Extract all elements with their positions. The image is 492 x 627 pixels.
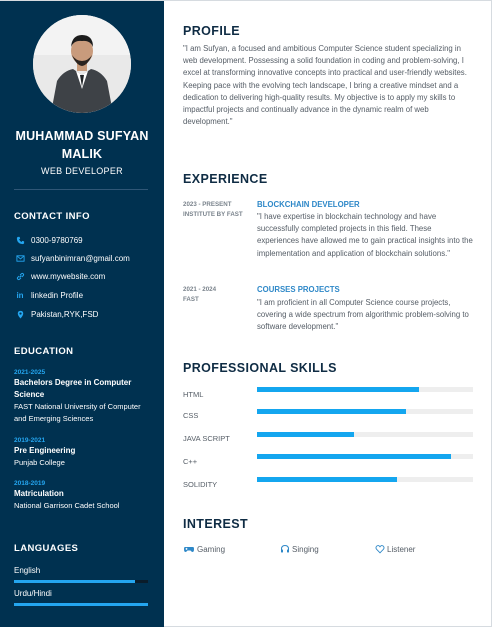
mail-icon [14,252,26,264]
skill-bar-track [257,409,473,414]
education-item: 2018-2019 Matriculation National Garriso… [14,479,154,512]
skill-bar-track [257,454,473,459]
linkedin-icon: in [16,290,24,300]
contact-email[interactable]: sufyanbinimran@gmail.com [14,252,130,264]
contact-email-text: sufyanbinimran@gmail.com [31,253,130,263]
skill-bar-track [257,477,473,482]
language-name: English [14,566,41,575]
education-degree: Bachelors Degree in Computer Science [14,378,132,399]
contact-heading: CONTACT INFO [14,211,90,222]
contact-location: Pakistan,RYK,FSD [14,308,98,320]
education-years: 2018-2019 [14,480,46,487]
skill-bar-fill [257,454,452,459]
language-item: English [14,566,148,583]
interest-heading: INTEREST [183,517,249,531]
experience-place: FAST [183,296,199,303]
languages-heading: LANGUAGES [14,543,79,554]
experience-heading: EXPERIENCE [183,172,268,186]
experience-title: COURSES PROJECTS [257,285,340,294]
person-name: MUHAMMAD SUFYAN MALIK [15,129,149,161]
education-school: FAST National University of Computer and… [14,402,141,423]
contact-linkedin-text: linkedin Profile [31,290,84,300]
skills-heading: PROFESSIONAL SKILLS [183,361,337,375]
contact-linkedin[interactable]: in linkedin Profile [14,289,83,301]
interest-label: Listener [387,544,416,554]
education-heading: EDUCATION [14,346,74,357]
experience-description: "I have expertise in blockchain technolo… [257,212,473,258]
sidebar-divider [14,189,148,190]
skill-bar-track [257,387,473,392]
education-years: 2019-2021 [14,437,46,444]
location-pin-icon [14,308,26,320]
education-item: 2019-2021 Pre Engineering Punjab College [14,436,154,469]
link-icon [14,270,26,282]
skill-bar-fill [257,432,355,437]
contact-phone-text: 0300-9780769 [31,235,83,245]
phone-icon [14,234,26,246]
gamepad-icon [184,547,194,552]
education-item: 2021-2025 Bachelors Degree in Computer S… [14,368,154,425]
profile-text: "I am Sufyan, a focused and ambitious Co… [183,44,467,127]
education-degree: Pre Engineering [14,446,76,455]
contact-website[interactable]: www.mywebsite.com [14,270,105,282]
experience-title: BLOCKCHAIN DEVELOPER [257,200,360,209]
experience-place: INSTITUTE BY FAST [183,211,243,218]
language-bar-track [14,603,148,606]
experience-date: 2023 - PRESENT [183,201,232,208]
education-school: Punjab College [14,458,65,467]
experience-description: "I am proficient in all Computer Science… [257,298,469,332]
profile-heading: PROFILE [183,24,240,38]
skill-label: HTML [183,390,204,399]
heart-icon [375,545,385,554]
education-years: 2021-2025 [14,369,46,376]
interest-item-singing: Singing [280,544,319,554]
language-name: Urdu/Hindi [14,589,52,598]
contact-phone[interactable]: 0300-9780769 [14,234,83,246]
resume-page: MUHAMMAD SUFYAN MALIK WEB DEVELOPER CONT… [0,0,492,627]
skill-label: CSS [183,411,199,420]
skill-label: SOLIDITY [183,480,218,489]
skill-label: C++ [183,457,198,466]
interest-item-listener: Listener [375,544,415,554]
contact-location-text: Pakistan,RYK,FSD [31,309,99,319]
language-bar-fill [14,603,148,606]
language-bar-fill [14,580,135,583]
education-school: National Garrison Cadet School [14,501,120,510]
skill-bar-fill [257,387,419,392]
interest-label: Singing [292,544,319,554]
sidebar: MUHAMMAD SUFYAN MALIK WEB DEVELOPER CONT… [0,1,164,627]
skill-label: JAVA SCRIPT [183,434,230,443]
language-item: Urdu/Hindi [14,589,148,606]
job-title: WEB DEVELOPER [41,166,123,176]
education-degree: Matriculation [14,489,64,498]
headphones-icon [281,544,289,553]
contact-website-text: www.mywebsite.com [31,271,106,281]
skill-bar-fill [257,409,407,414]
experience-date: 2021 - 2024 [183,286,217,293]
profile-photo [33,15,131,113]
interest-item-gaming: Gaming [183,544,225,554]
skill-bar-track [257,432,473,437]
language-bar-track [14,580,148,583]
interest-label: Gaming [197,544,226,554]
skill-bar-fill [257,477,398,482]
